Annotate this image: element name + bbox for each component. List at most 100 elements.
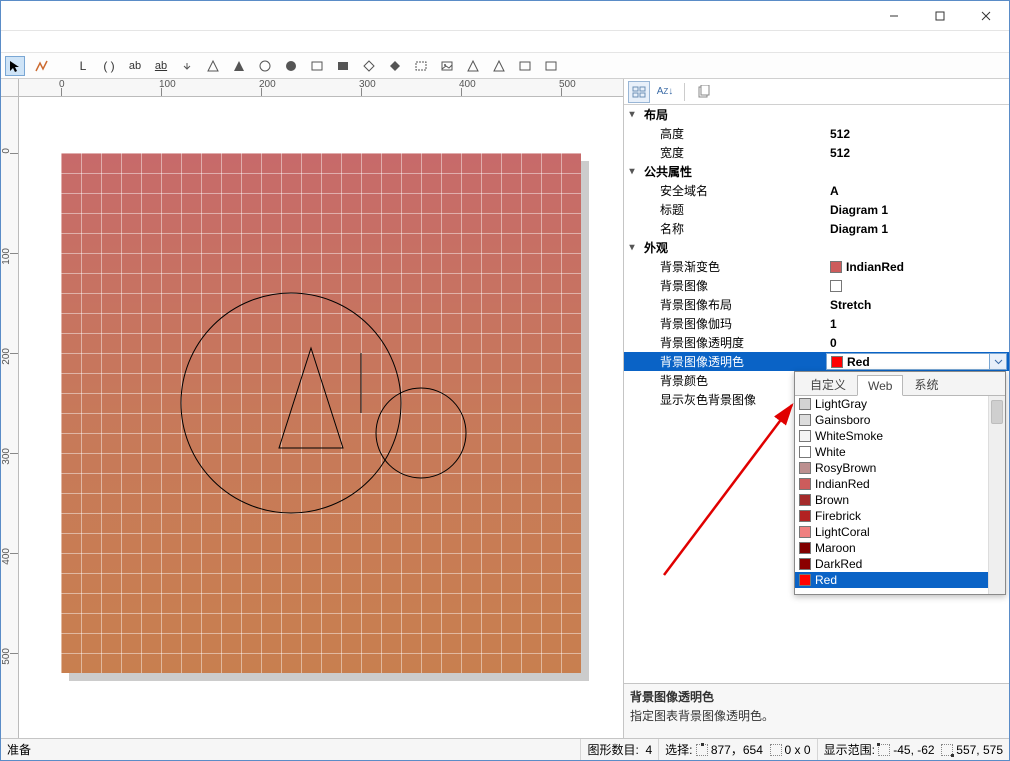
chevron-down-icon[interactable]: ▾: [624, 242, 640, 253]
tool-circle-solid[interactable]: [281, 56, 301, 76]
tool-paren[interactable]: ( ): [99, 56, 119, 76]
tool-polyline[interactable]: [31, 56, 51, 76]
prop-row-gradient[interactable]: 背景渐变色IndianRed: [624, 257, 1009, 276]
tool-triangle-outline[interactable]: [203, 56, 223, 76]
prop-category-layout[interactable]: ▾布局: [624, 105, 1009, 124]
tool-triangle-solid[interactable]: [229, 56, 249, 76]
tool-rect-outline[interactable]: [307, 56, 327, 76]
swatch-icon: [799, 478, 811, 490]
color-item-whitesmoke[interactable]: WhiteSmoke: [795, 428, 988, 444]
canvas-pane: 0100200300400500 0100200300400500: [1, 79, 624, 738]
close-button[interactable]: [963, 1, 1009, 31]
scrollbar-thumb[interactable]: [991, 400, 1003, 424]
color-item-lightcoral[interactable]: LightCoral: [795, 524, 988, 540]
color-tab-system[interactable]: 系统: [903, 372, 949, 395]
prop-category-public[interactable]: ▾公共属性: [624, 162, 1009, 181]
color-item-label: LightGray: [815, 397, 867, 411]
swatch-icon: [799, 542, 811, 554]
color-item-gainsboro[interactable]: Gainsboro: [795, 412, 988, 428]
tool-diamond-outline[interactable]: [359, 56, 379, 76]
sel-size-icon: [770, 744, 782, 756]
color-item-firebrick[interactable]: Firebrick: [795, 508, 988, 524]
prop-row-height[interactable]: 高度512: [624, 124, 1009, 143]
tool-arrow-down-icon[interactable]: [177, 56, 197, 76]
status-selection: 选择: 877，654 0 x 0: [659, 739, 817, 760]
color-tab-custom[interactable]: 自定义: [799, 372, 857, 395]
color-picker-popup[interactable]: 自定义 Web 系统 LightGrayGainsboroWhiteSmokeW…: [794, 371, 1006, 595]
tool-rect-solid[interactable]: [333, 56, 353, 76]
swatch-icon: [799, 558, 811, 570]
ruler-vertical: 0100200300400500: [1, 97, 19, 738]
color-tab-web[interactable]: Web: [857, 375, 903, 396]
prop-pages-icon[interactable]: [693, 81, 715, 103]
prop-row-name[interactable]: 名称Diagram 1: [624, 219, 1009, 238]
prop-row-bgimg-gamma[interactable]: 背景图像伽玛1: [624, 314, 1009, 333]
tool-text-ab2[interactable]: ab: [151, 56, 171, 76]
tool-triangle3[interactable]: [489, 56, 509, 76]
tool-rect2[interactable]: [515, 56, 535, 76]
diagram-background[interactable]: [61, 153, 581, 673]
statusbar: 准备 图形数目: 4 选择: 877，654 0 x 0 显示范围: -45, …: [1, 738, 1009, 760]
color-item-red[interactable]: Red: [795, 572, 988, 588]
property-list[interactable]: ▾布局 高度512 宽度512 ▾公共属性 安全域名A 标题Diagram 1 …: [624, 105, 1009, 683]
prop-categorized-icon[interactable]: [628, 81, 650, 103]
shape-triangle[interactable]: [279, 348, 343, 448]
swatch-icon: [799, 462, 811, 474]
color-item-label: Firebrick: [815, 509, 861, 523]
chevron-down-icon[interactable]: ▾: [624, 166, 640, 177]
ruler-horizontal: 0100200300400500: [19, 79, 623, 97]
property-toolbar: AZ↓: [624, 79, 1009, 105]
prop-row-domain[interactable]: 安全域名A: [624, 181, 1009, 200]
tool-diamond-solid[interactable]: [385, 56, 405, 76]
property-pane: AZ↓ ▾布局 高度512 宽度512 ▾公共属性 安全域名A 标题Diagra…: [624, 79, 1009, 738]
tool-rect3[interactable]: [541, 56, 561, 76]
color-list[interactable]: LightGrayGainsboroWhiteSmokeWhiteRosyBro…: [795, 396, 988, 594]
color-list-scrollbar[interactable]: [988, 396, 1005, 594]
swatch-icon: [799, 398, 811, 410]
minimize-button[interactable]: [871, 1, 917, 31]
shapes-layer: [61, 153, 581, 673]
color-item-indianred[interactable]: IndianRed: [795, 476, 988, 492]
color-item-darkred[interactable]: DarkRed: [795, 556, 988, 572]
shape-circle-large[interactable]: [181, 293, 401, 513]
prop-row-bgimg-opacity[interactable]: 背景图像透明度0: [624, 333, 1009, 352]
prop-category-appearance[interactable]: ▾外观: [624, 238, 1009, 257]
shape-circle-small[interactable]: [376, 388, 466, 478]
swatch-icon: [799, 494, 811, 506]
prop-row-width[interactable]: 宽度512: [624, 143, 1009, 162]
swatch-red: [831, 356, 843, 368]
ruler-corner: [1, 79, 19, 97]
tool-circle-outline[interactable]: [255, 56, 275, 76]
color-item-white[interactable]: White: [795, 444, 988, 460]
status-shape-count: 图形数目: 4: [581, 739, 659, 760]
prop-row-bgimg-transparent-color[interactable]: 背景图像透明色 Red: [624, 352, 1009, 371]
tool-image[interactable]: [437, 56, 457, 76]
prop-row-title[interactable]: 标题Diagram 1: [624, 200, 1009, 219]
tool-text-ab[interactable]: ab: [125, 56, 145, 76]
ruler-h-label: 300: [359, 79, 376, 90]
prop-row-bgimg[interactable]: 背景图像: [624, 276, 1009, 295]
color-picker-tabs: 自定义 Web 系统: [795, 372, 1005, 396]
color-item-maroon[interactable]: Maroon: [795, 540, 988, 556]
chevron-down-icon[interactable]: ▾: [624, 109, 640, 120]
color-item-label: Brown: [815, 493, 849, 507]
status-view-range: 显示范围: -45, -62 557, 575: [818, 739, 1009, 760]
color-item-brown[interactable]: Brown: [795, 492, 988, 508]
color-item-lightgray[interactable]: LightGray: [795, 396, 988, 412]
app-window: L ( ) ab ab 0100200300400500 01002003004…: [0, 0, 1010, 761]
tool-pointer[interactable]: [5, 56, 25, 76]
canvas-area[interactable]: 0100200300400500 0100200300400500: [1, 79, 623, 738]
prop-row-bgimg-layout[interactable]: 背景图像布局Stretch: [624, 295, 1009, 314]
color-item-label: IndianRed: [815, 477, 870, 491]
viewport[interactable]: [19, 97, 623, 738]
maximize-button[interactable]: [917, 1, 963, 31]
prop-alpha-sort-icon[interactable]: AZ↓: [654, 81, 676, 103]
color-item-rosybrown[interactable]: RosyBrown: [795, 460, 988, 476]
ruler-v-label: 500: [1, 648, 15, 665]
dropdown-button[interactable]: [989, 354, 1006, 369]
titlebar: [1, 1, 1009, 31]
tool-triangle2[interactable]: [463, 56, 483, 76]
tool-line-h[interactable]: L: [73, 56, 93, 76]
cursor-pos-icon: [696, 744, 708, 756]
tool-select-rect[interactable]: [411, 56, 431, 76]
